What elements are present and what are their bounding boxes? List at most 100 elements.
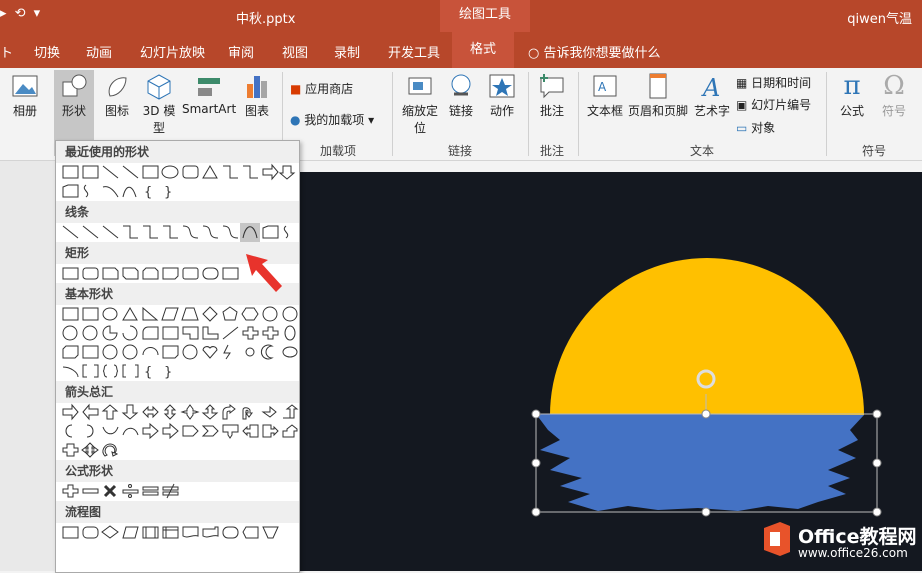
quick-access-toolbar[interactable]: ▸ ⟲ ▾ [0, 6, 42, 21]
recent-shapes-row-1 [56, 163, 299, 182]
comment-icon [540, 74, 564, 99]
links-group-label: 链接 [448, 144, 473, 158]
action-label: 动作 [489, 104, 514, 118]
comment-group-label: 批注 [540, 144, 565, 158]
tab-slideshow[interactable]: 幻灯片放映 [140, 42, 205, 61]
symbols-group-label: 符号 [862, 144, 887, 158]
my-addins-label: 我的加载项 [304, 113, 365, 127]
3d-model-label: 3D 模型 [142, 104, 176, 135]
svg-text:A: A [598, 80, 607, 94]
slide-number-button[interactable]: ▣ 幻灯片编号 [736, 96, 811, 113]
group-divider [528, 72, 529, 156]
wordart-label: 艺术字 [693, 104, 730, 118]
pointer-arrow-icon [246, 254, 282, 292]
object-button[interactable]: ▭ 对象 [736, 119, 775, 136]
link-button[interactable]: 链接 [444, 72, 478, 119]
sun-shape[interactable] [550, 258, 864, 415]
arrows-row-1 [56, 403, 299, 422]
tab-record[interactable]: 录制 [334, 42, 360, 61]
user-name[interactable]: qiwen气温 [847, 8, 912, 27]
recent-shapes-icons[interactable] [60, 163, 300, 182]
basic-shape-icons-3[interactable] [60, 343, 300, 362]
store-button[interactable]: ■ 应用商店 [290, 80, 353, 97]
tab-partial[interactable]: ト [0, 42, 13, 61]
smartart-button[interactable]: SmartArt [182, 72, 236, 116]
lightbulb-icon: ○ [528, 46, 544, 61]
line-shape-icons[interactable] [60, 223, 300, 242]
slide-number-icon: ▣ [736, 98, 752, 112]
basic-shape-icons-1[interactable] [60, 305, 300, 324]
smartart-icon [198, 78, 220, 96]
equation-shapes-header: 公式形状 [56, 460, 299, 482]
wordart-button[interactable]: A 艺术字 [692, 72, 732, 119]
slide-canvas[interactable] [298, 172, 922, 571]
arrow-shape-icons-2[interactable] [60, 422, 300, 441]
store-icon: ■ [290, 82, 306, 96]
icons-label: 图标 [104, 104, 129, 118]
chart-button[interactable]: 图表 [240, 72, 274, 119]
header-footer-label: 页眉和页脚 [627, 104, 688, 118]
equation-shape-icons[interactable] [60, 482, 300, 501]
zoom-label: 缩放定位 [401, 104, 438, 135]
my-addins-button[interactable]: ● 我的加载项 ▾ [290, 111, 374, 128]
star-icon [489, 74, 515, 98]
object-label: 对象 [751, 121, 776, 135]
zoom-icon [408, 77, 432, 95]
tab-animations[interactable]: 动画 [86, 42, 112, 61]
symbol-button[interactable]: Ω 符号 [874, 72, 914, 119]
office-logo-icon [764, 522, 790, 556]
basic-shapes-row-3 [56, 343, 299, 362]
date-time-label: 日期和时间 [751, 76, 812, 90]
tab-view[interactable]: 视图 [282, 42, 308, 61]
arrow-shape-icons-3[interactable] [60, 441, 300, 460]
textbox-button[interactable]: A 文本框 [584, 72, 626, 119]
tab-developer[interactable]: 开发工具 [388, 42, 440, 61]
arrow-shape-icons-1[interactable] [60, 403, 300, 422]
svg-text:}: } [164, 365, 172, 380]
tab-format[interactable]: 格式 [452, 32, 515, 68]
addins-group-label: 加载项 [320, 144, 357, 158]
svg-text:{: { [144, 185, 152, 200]
tab-review[interactable]: 审阅 [228, 42, 254, 61]
icons-button[interactable]: 图标 [100, 72, 134, 119]
zoom-button[interactable]: 缩放定位 [398, 72, 442, 136]
flowchart-row [56, 523, 299, 542]
drawing-tools-context-label: 绘图工具 [440, 0, 530, 32]
slide-thumbnail-pane[interactable] [0, 161, 56, 571]
group-divider [392, 72, 393, 156]
cube-icon [147, 74, 171, 100]
header-footer-button[interactable]: 页眉和页脚 [626, 72, 690, 119]
tell-me-text: 告诉我你想要做什么 [543, 46, 661, 61]
symbol-label: 符号 [881, 104, 906, 118]
flowchart-shape-icons[interactable] [60, 523, 300, 542]
watermark-brand: Office教程网 [798, 526, 917, 548]
svg-text:{: { [144, 365, 152, 380]
group-divider [578, 72, 579, 156]
arrows-header: 箭头总汇 [56, 381, 299, 403]
album-button[interactable]: 相册 [6, 72, 44, 119]
smartart-label: SmartArt [182, 102, 237, 116]
comment-button[interactable]: 批注 [534, 72, 570, 119]
water-shape[interactable] [536, 414, 864, 511]
svg-text:}: } [164, 185, 172, 200]
tab-transitions[interactable]: 切换 [34, 42, 60, 61]
document-title: 中秋.pptx [236, 12, 296, 27]
watermark-url: www.office26.com [798, 546, 908, 560]
basic-shape-icons-4[interactable]: {} [60, 362, 300, 381]
date-time-button[interactable]: ▦ 日期和时间 [736, 74, 811, 91]
basic-shape-icons-2[interactable] [60, 324, 300, 343]
object-icon: ▭ [736, 121, 752, 135]
tell-me-search[interactable]: ○ 告诉我你想要做什么 [528, 42, 661, 61]
lines-row [56, 223, 299, 242]
shapes-icon [62, 74, 87, 97]
icons-icon [108, 77, 127, 97]
ribbon-tabs: ト 切换 动画 幻灯片放映 审阅 视图 录制 开发工具 格式 ○ 告诉我你想要做… [0, 32, 922, 68]
3d-model-button[interactable]: 3D 模型 [138, 72, 180, 136]
recent-shapes-icons-2[interactable]: {} [60, 182, 300, 201]
text-group-label: 文本 [690, 144, 715, 158]
shapes-button[interactable]: 形状 [56, 72, 92, 119]
chart-label: 图表 [244, 104, 269, 118]
comment-label: 批注 [539, 104, 564, 118]
action-button[interactable]: 动作 [484, 72, 520, 119]
equation-button[interactable]: π 公式 [832, 72, 872, 119]
